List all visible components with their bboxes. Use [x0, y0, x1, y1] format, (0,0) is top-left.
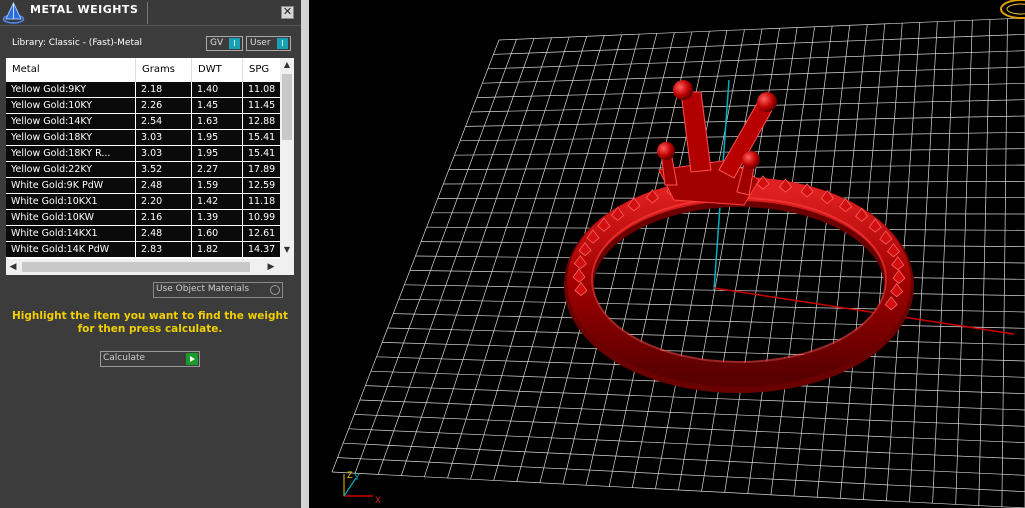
- cell-metal: Yellow Gold:18KY R...: [6, 146, 136, 161]
- cell-metal: White Gold:14KX1: [6, 226, 136, 241]
- cell-dwt: 2.27: [192, 162, 243, 177]
- cell-spg: 12.59: [248, 180, 276, 191]
- horizontal-scrollbar[interactable]: ◀ ▶: [6, 259, 280, 275]
- cell-grams: 2.16: [136, 210, 192, 225]
- cell-dwt: 1.95: [192, 146, 243, 161]
- horizontal-scroll-thumb[interactable]: [22, 262, 250, 272]
- title-separator: [147, 2, 148, 24]
- panel-titlebar: METAL WEIGHTS ✕: [0, 0, 301, 26]
- cell-dwt: 1.59: [192, 178, 243, 193]
- play-arrow-icon: [186, 353, 198, 365]
- use-object-materials-toggle[interactable]: Use Object Materials: [153, 282, 283, 298]
- table-row[interactable]: Yellow Gold:22KY 3.52 2.27 17.89: [6, 162, 280, 178]
- gv-toggle[interactable]: GV I: [206, 36, 243, 51]
- cell-dwt: 1.42: [192, 194, 243, 209]
- table-row[interactable]: White Gold:10KX1 2.20 1.42 11.18: [6, 194, 280, 210]
- library-label: Library: Classic - (Fast)-Metal: [12, 38, 143, 48]
- cell-spg: 15.41: [248, 148, 276, 159]
- panel-splitter[interactable]: [301, 0, 309, 508]
- use-object-materials-label: Use Object Materials: [156, 284, 250, 294]
- panel-title: METAL WEIGHTS: [30, 3, 139, 16]
- cell-spg: 11.45: [248, 100, 276, 111]
- cell-grams: 3.03: [136, 146, 192, 161]
- user-toggle-label: User: [250, 38, 271, 48]
- cell-metal: White Gold:10KW: [6, 210, 136, 225]
- cell-spg: 15.41: [248, 132, 276, 143]
- calculate-label: Calculate: [103, 353, 146, 363]
- y-axis-label: Y: [354, 472, 360, 482]
- vertical-scrollbar[interactable]: ▲ ▼: [280, 58, 294, 259]
- cell-grams: 2.48: [136, 178, 192, 193]
- metal-weights-table: Metal Grams DWT SPG Yellow Gold:9KY 2.18 1…: [6, 58, 294, 275]
- cell-metal: Yellow Gold:18KY: [6, 130, 136, 145]
- chevron-right-icon[interactable]: ▶: [264, 259, 278, 275]
- pyramid-logo-icon: [2, 1, 25, 24]
- cell-grams: 2.20: [136, 194, 192, 209]
- cell-metal: White Gold:10KX1: [6, 194, 136, 209]
- column-header-grams[interactable]: Grams: [136, 58, 192, 82]
- cell-metal: Yellow Gold:22KY: [6, 162, 136, 177]
- cell-dwt: 1.63: [192, 114, 243, 129]
- cell-dwt: 1.45: [192, 98, 243, 113]
- cell-grams: 3.52: [136, 162, 192, 177]
- table-row[interactable]: Yellow Gold:14KY 2.54 1.63 12.88: [6, 114, 280, 130]
- table-row[interactable]: Yellow Gold:18KY 3.03 1.95 15.41: [6, 130, 280, 146]
- cell-metal: Yellow Gold:14KY: [6, 114, 136, 129]
- viewport-scene: Z Y X: [331, 0, 1025, 508]
- table-body: Yellow Gold:9KY 2.18 1.40 11.08 Yellow Gold:…: [6, 82, 280, 258]
- chevron-up-icon[interactable]: ▲: [280, 58, 294, 72]
- cell-spg: 12.61: [248, 228, 276, 239]
- close-icon: ✕: [282, 5, 293, 18]
- cell-dwt: 1.82: [192, 242, 243, 257]
- gv-toggle-knob: I: [229, 38, 240, 49]
- table-row[interactable]: Yellow Gold:9KY 2.18 1.40 11.08: [6, 82, 280, 98]
- calculate-button[interactable]: Calculate: [100, 351, 200, 367]
- instruction-text: Highlight the item you want to find the …: [12, 310, 288, 335]
- scrollbar-corner: [280, 259, 294, 275]
- cell-grams: 2.26: [136, 98, 192, 113]
- cell-grams: 2.54: [136, 114, 192, 129]
- user-toggle[interactable]: User I: [246, 36, 291, 51]
- x-axis-label: X: [375, 495, 381, 505]
- user-toggle-knob: I: [277, 38, 288, 49]
- cell-spg: 12.88: [248, 116, 276, 127]
- close-button[interactable]: ✕: [281, 6, 294, 19]
- cell-dwt: 1.40: [192, 82, 243, 97]
- gv-toggle-label: GV: [210, 38, 224, 48]
- cell-dwt: 1.39: [192, 210, 243, 225]
- cell-grams: 3.03: [136, 130, 192, 145]
- cell-spg: 11.18: [248, 196, 276, 207]
- cell-grams: 2.18: [136, 82, 192, 97]
- cell-spg: 11.08: [248, 84, 276, 95]
- column-header-spg[interactable]: SPG: [243, 58, 280, 82]
- cell-spg: 10.99: [248, 212, 276, 223]
- column-header-metal[interactable]: Metal: [6, 58, 136, 82]
- table-row[interactable]: White Gold:10KW 2.16 1.39 10.99: [6, 210, 280, 226]
- table-row[interactable]: Yellow Gold:18KY R... 3.03 1.95 15.41: [6, 146, 280, 162]
- table-row[interactable]: White Gold:14KX1 2.48 1.60 12.61: [6, 226, 280, 242]
- cell-grams: 2.48: [136, 226, 192, 241]
- cell-dwt: 1.95: [192, 130, 243, 145]
- cell-dwt: 1.60: [192, 226, 243, 241]
- cell-spg: 14.37: [248, 244, 276, 255]
- cell-spg: 17.89: [248, 164, 276, 175]
- chevron-down-icon[interactable]: ▼: [280, 243, 294, 257]
- 3d-viewport[interactable]: Z Y X: [309, 0, 1025, 508]
- chevron-left-icon[interactable]: ◀: [6, 259, 20, 275]
- column-header-dwt[interactable]: DWT: [192, 58, 243, 82]
- table-row[interactable]: Yellow Gold:10KY 2.26 1.45 11.45: [6, 98, 280, 114]
- z-axis-label: Z: [347, 470, 353, 480]
- cell-metal: White Gold:14K PdW: [6, 242, 136, 257]
- view-ring-icon[interactable]: [1000, 0, 1025, 19]
- metal-weights-panel: METAL WEIGHTS ✕ Library: Classic - (Fast…: [0, 0, 301, 508]
- cell-grams: 2.83: [136, 242, 192, 257]
- vertical-scroll-thumb[interactable]: [282, 74, 292, 140]
- use-object-materials-check[interactable]: [270, 285, 280, 295]
- cell-metal: Yellow Gold:9KY: [6, 82, 136, 97]
- cell-metal: White Gold:9K PdW: [6, 178, 136, 193]
- cell-metal: Yellow Gold:10KY: [6, 98, 136, 113]
- view-axis-gizmo: Z Y X: [343, 470, 381, 505]
- table-row[interactable]: White Gold:14K PdW 2.83 1.82 14.37: [6, 242, 280, 258]
- table-row[interactable]: White Gold:9K PdW 2.48 1.59 12.59: [6, 178, 280, 194]
